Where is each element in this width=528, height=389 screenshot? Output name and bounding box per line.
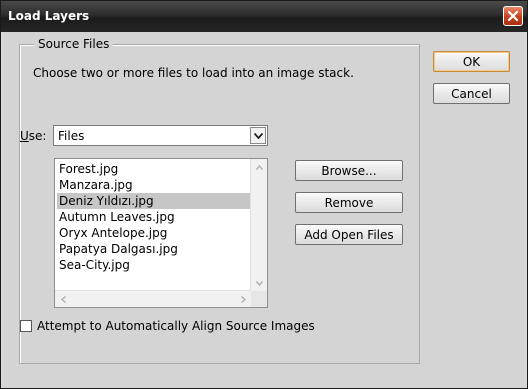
list-item[interactable]: Papatya Dalgası.jpg	[57, 241, 251, 257]
list-item-selected[interactable]: Deniz Yıldızı.jpg	[57, 193, 251, 209]
list-item[interactable]: Oryx Antelope.jpg	[57, 225, 251, 241]
source-files-legend: Source Files	[34, 37, 114, 51]
list-item[interactable]: Manzara.jpg	[57, 177, 251, 193]
add-open-files-button[interactable]: Add Open Files	[295, 224, 403, 245]
load-layers-dialog: Load Layers Source Files Choose two or m…	[0, 0, 528, 389]
scroll-left-button[interactable]	[55, 291, 71, 307]
arrow-left-icon	[60, 295, 66, 303]
arrow-down-icon	[255, 280, 263, 286]
browse-button[interactable]: Browse...	[295, 160, 403, 181]
align-images-checkbox[interactable]	[20, 320, 32, 332]
instructions-text: Choose two or more files to load into an…	[33, 66, 354, 80]
align-images-label[interactable]: Attempt to Automatically Align Source Im…	[37, 319, 315, 333]
dialog-body: Source Files Choose two or more files to…	[3, 32, 525, 388]
ok-button[interactable]: OK	[433, 51, 510, 72]
use-label-mnemonic: U	[20, 129, 29, 143]
cancel-button[interactable]: Cancel	[433, 83, 510, 104]
window-title: Load Layers	[8, 9, 90, 23]
arrow-right-icon	[240, 295, 246, 303]
list-item[interactable]: Autumn Leaves.jpg	[57, 209, 251, 225]
scroll-up-button[interactable]	[251, 159, 267, 175]
scroll-right-button[interactable]	[235, 291, 251, 307]
arrow-up-icon	[255, 164, 263, 170]
chevron-down-icon	[253, 132, 263, 139]
close-icon	[507, 10, 519, 22]
dropdown-button[interactable]	[250, 127, 266, 144]
vertical-scrollbar[interactable]	[250, 159, 267, 291]
scroll-down-button[interactable]	[251, 275, 267, 291]
use-dropdown[interactable]: Files	[53, 125, 268, 146]
horizontal-scrollbar[interactable]	[55, 290, 251, 307]
scrollbar-corner	[251, 291, 267, 307]
use-label: Use:	[20, 129, 46, 143]
remove-button[interactable]: Remove	[295, 192, 403, 213]
list-item[interactable]: Sea-City.jpg	[57, 257, 251, 273]
list-item[interactable]: Forest.jpg	[57, 161, 251, 177]
title-bar[interactable]: Load Layers	[1, 1, 527, 32]
use-label-rest: se:	[28, 129, 47, 143]
close-button[interactable]	[503, 6, 523, 26]
source-files-list[interactable]: Forest.jpg Manzara.jpg Deniz Yıldızı.jpg…	[54, 158, 268, 308]
use-dropdown-value: Files	[58, 129, 85, 143]
